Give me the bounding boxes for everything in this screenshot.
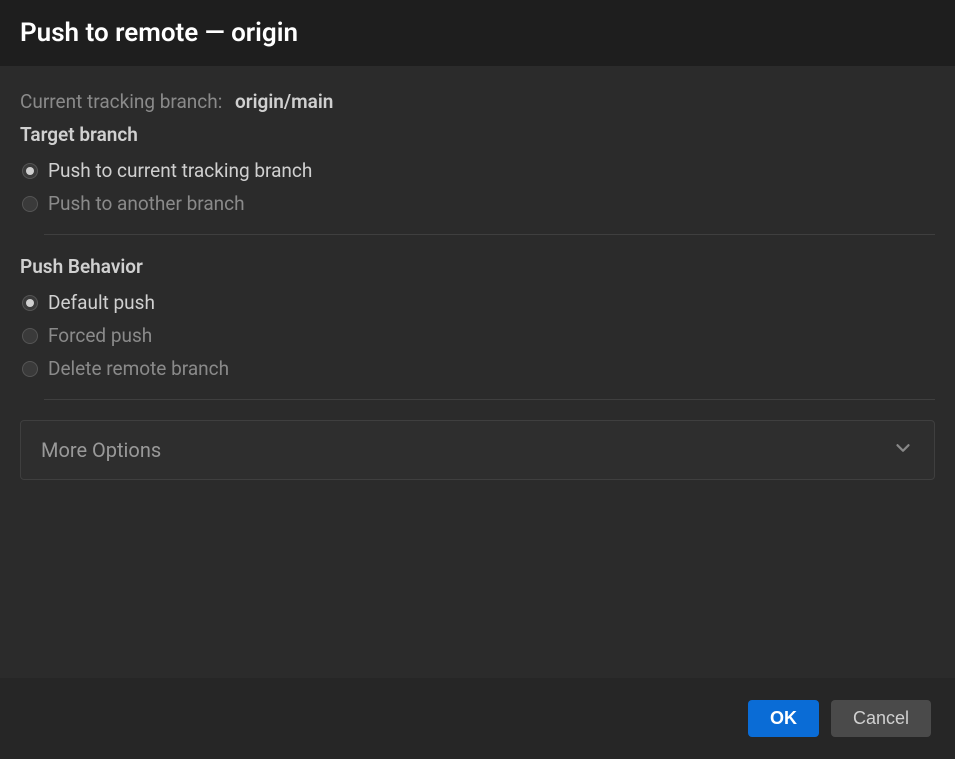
radio-icon: [22, 361, 38, 377]
radio-icon: [22, 163, 38, 179]
dialog-content: Current tracking branch: origin/main Tar…: [0, 66, 955, 678]
radio-icon: [22, 295, 38, 311]
radio-label: Delete remote branch: [48, 357, 229, 380]
push-behavior-section: Push Behavior Default push Forced push D…: [20, 255, 935, 385]
target-branch-radio-group: Push to current tracking branch Push to …: [22, 154, 935, 220]
section-divider: [44, 234, 935, 235]
radio-push-current-tracking[interactable]: Push to current tracking branch: [22, 154, 935, 187]
dialog-title: Push to remote — origin: [20, 18, 935, 48]
radio-default-push[interactable]: Default push: [22, 286, 935, 319]
radio-delete-remote-branch[interactable]: Delete remote branch: [22, 352, 935, 385]
radio-icon: [22, 328, 38, 344]
radio-label: Push to another branch: [48, 192, 245, 215]
radio-label: Forced push: [48, 324, 152, 347]
radio-icon: [22, 196, 38, 212]
section-divider: [44, 399, 935, 400]
push-behavior-label: Push Behavior: [20, 255, 935, 278]
push-behavior-radio-group: Default push Forced push Delete remote b…: [22, 286, 935, 385]
radio-forced-push[interactable]: Forced push: [22, 319, 935, 352]
cancel-button[interactable]: Cancel: [831, 700, 931, 737]
radio-label: Default push: [48, 291, 155, 314]
tracking-branch-value: origin/main: [235, 90, 333, 113]
dialog-header: Push to remote — origin: [0, 0, 955, 66]
target-branch-section: Target branch Push to current tracking b…: [20, 123, 935, 220]
more-options-expander[interactable]: More Options: [20, 420, 935, 480]
radio-push-another-branch[interactable]: Push to another branch: [22, 187, 935, 220]
tracking-branch-row: Current tracking branch: origin/main: [20, 90, 935, 113]
ok-button[interactable]: OK: [748, 700, 819, 737]
tracking-branch-label: Current tracking branch:: [20, 90, 222, 113]
dialog-footer: OK Cancel: [0, 678, 955, 759]
radio-label: Push to current tracking branch: [48, 159, 312, 182]
target-branch-label: Target branch: [20, 123, 935, 146]
chevron-down-icon: [892, 437, 914, 463]
expander-label: More Options: [41, 438, 161, 462]
